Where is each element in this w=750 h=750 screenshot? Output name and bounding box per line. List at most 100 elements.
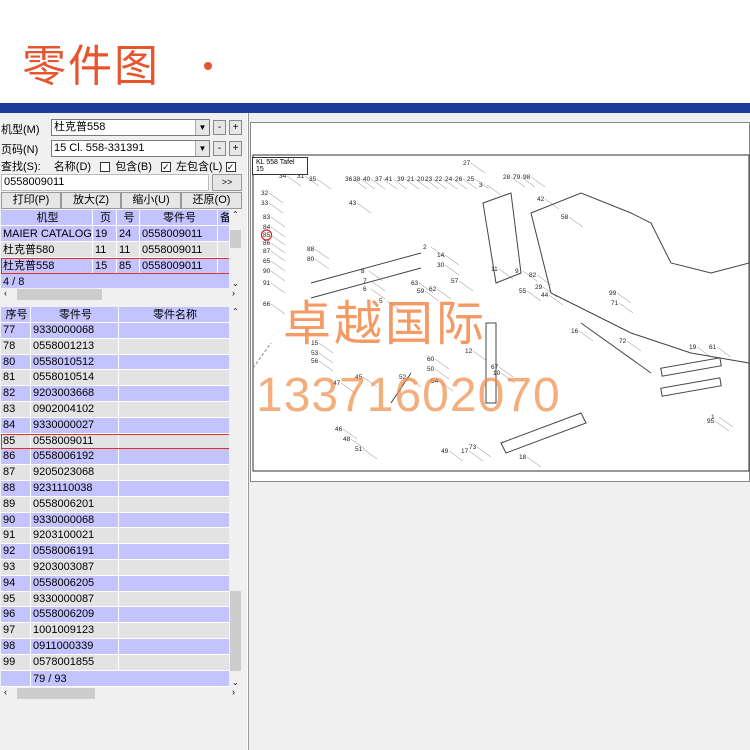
model-table-hscroll[interactable]: ‹ › [1,288,242,301]
parts-table-row[interactable]: 97 1001009123 [1,623,230,639]
callout-label[interactable]: 37 [375,176,383,183]
callout-label[interactable]: 43 [349,200,357,207]
contains-checkbox[interactable]: ✓ [160,162,171,173]
parts-table-row[interactable]: 85 0558009011 [1,433,230,450]
scroll-up-icon[interactable]: ⌃ [232,307,239,316]
callout-label[interactable]: 58 [561,214,569,221]
callout-label[interactable]: 71 [611,300,619,307]
callout-label[interactable]: 98 [523,174,531,181]
model-table-row[interactable]: 杜克普558 15 85 0558009011 [1,258,230,274]
parts-table-row[interactable]: 80 0558010512 [1,354,230,371]
print-button[interactable]: 打印(P) [1,192,61,209]
callout-label[interactable]: 46 [335,426,343,433]
zoom-in-button[interactable]: 放大(Z) [61,192,121,209]
callout-label[interactable]: 44 [541,292,549,299]
parts-table-vscroll[interactable]: ⌃ ⌄ [229,307,242,687]
parts-table-row[interactable]: 82 9203003668 [1,386,230,402]
callout-label[interactable]: 85 [263,232,271,239]
callout-label[interactable]: 14 [437,252,445,259]
callout-label[interactable]: 19 [689,344,697,351]
parts-table-hscroll[interactable]: ‹ › [1,687,242,700]
callout-label[interactable]: 82 [529,272,537,279]
parts-table-row[interactable]: 93 9203003087 [1,559,230,576]
callout-label[interactable]: 80 [307,256,315,263]
callout-label[interactable]: 49 [441,448,449,455]
parts-table-row[interactable]: 77 9330000068 [1,323,230,339]
callout-label[interactable]: 33 [261,200,269,207]
callout-label[interactable]: 48 [343,436,351,443]
model-table-row[interactable]: 杜克普580 11 11 0558009011 [1,242,230,258]
parts-table-row[interactable]: 81 0558010514 [1,370,230,387]
callout-label[interactable]: 28 [503,174,511,181]
model-select[interactable]: 杜克普558 ▼ [51,119,210,136]
callout-label[interactable]: 21 [407,176,415,183]
callout-label[interactable]: 36 [345,176,353,183]
parts-table-row[interactable]: 78 0558001213 [1,338,230,355]
zoom-out-button[interactable]: 缩小(U) [121,192,181,209]
chevron-down-icon[interactable]: ▼ [195,141,209,156]
callout-label[interactable]: 29 [535,284,543,291]
scroll-left-icon[interactable]: ‹ [4,288,7,298]
scroll-right-icon[interactable]: › [232,687,235,697]
callout-label[interactable]: 25 [467,176,475,183]
callout-label[interactable]: 91 [263,280,271,287]
callout-label[interactable]: 87 [263,248,271,255]
callout-label[interactable]: 9 [515,268,519,275]
model-next-button[interactable]: + [229,120,242,135]
page-select[interactable]: 15 Cl. 558-331391 ▼ [51,140,210,157]
callout-label[interactable]: 24 [445,176,453,183]
scroll-right-icon[interactable]: › [232,288,235,298]
parts-table-row[interactable]: 88 9231110038 [1,480,230,497]
restore-button[interactable]: 还原(O) [181,192,242,209]
callout-label[interactable]: 88 [307,246,315,253]
callout-label[interactable]: 39 [397,176,405,183]
callout-label[interactable]: 61 [709,344,717,351]
callout-label[interactable]: 90 [263,268,271,275]
scroll-up-icon[interactable]: ⌃ [232,210,239,219]
parts-table-row[interactable]: 83 0902004102 [1,401,230,418]
scroll-down-icon[interactable]: ⌄ [232,279,239,288]
callout-label[interactable]: 22 [435,176,443,183]
callout-label[interactable]: 99 [609,290,617,297]
model-prev-button[interactable]: - [213,120,226,135]
callout-label[interactable]: 56 [311,358,319,365]
callout-label[interactable]: 35 [309,176,317,183]
left-contains-checkbox[interactable]: ✓ [225,162,236,173]
callout-label[interactable]: 26 [455,176,463,183]
parts-table-row[interactable]: 96 0558006209 [1,607,230,624]
callout-label[interactable]: 27 [463,160,471,167]
callout-label[interactable]: 16 [571,328,579,335]
scroll-down-icon[interactable]: ⌄ [232,678,239,687]
callout-label[interactable]: 11 [491,266,498,273]
callout-label[interactable]: 72 [619,338,627,345]
callout-label[interactable]: 40 [363,176,371,183]
search-go-button[interactable]: >> [212,174,242,191]
parts-table-row[interactable]: 89 0558006201 [1,496,230,513]
page-next-button[interactable]: + [229,141,242,156]
callout-label[interactable]: 83 [263,214,271,221]
page-prev-button[interactable]: - [213,141,226,156]
model-table-row[interactable]: MAIER CATALOG 19 24 0558009011 [1,226,230,242]
callout-label[interactable]: 42 [537,196,545,203]
callout-label[interactable]: 17 [461,448,469,455]
parts-table-row[interactable]: 91 9203100021 [1,528,230,545]
callout-label[interactable]: 73 [469,444,477,451]
parts-table-row[interactable]: 95 9330000087 [1,591,230,608]
callout-label[interactable]: 18 [519,454,527,461]
parts-table-row[interactable]: 87 9205023068 [1,465,230,481]
callout-label[interactable]: 86 [263,240,271,247]
callout-label[interactable]: 66 [263,301,271,308]
callout-label[interactable]: 8 [361,268,365,275]
callout-label[interactable]: 65 [263,258,271,265]
scroll-left-icon[interactable]: ‹ [4,687,7,697]
callout-label[interactable]: 1 [711,414,715,421]
callout-label[interactable]: 3 [479,182,483,189]
callout-label[interactable]: 60 [427,356,435,363]
parts-table-row[interactable]: 94 0558006205 [1,575,230,592]
parts-table-row[interactable]: 84 9330000027 [1,417,230,434]
search-input[interactable]: 0558009011 [1,174,209,191]
parts-table-row[interactable]: 99 0578001855 [1,654,230,671]
model-table-vscroll[interactable]: ⌃ ⌄ [229,210,242,288]
callout-label[interactable]: 79 [513,174,521,181]
callout-label[interactable]: 2 [423,244,427,251]
